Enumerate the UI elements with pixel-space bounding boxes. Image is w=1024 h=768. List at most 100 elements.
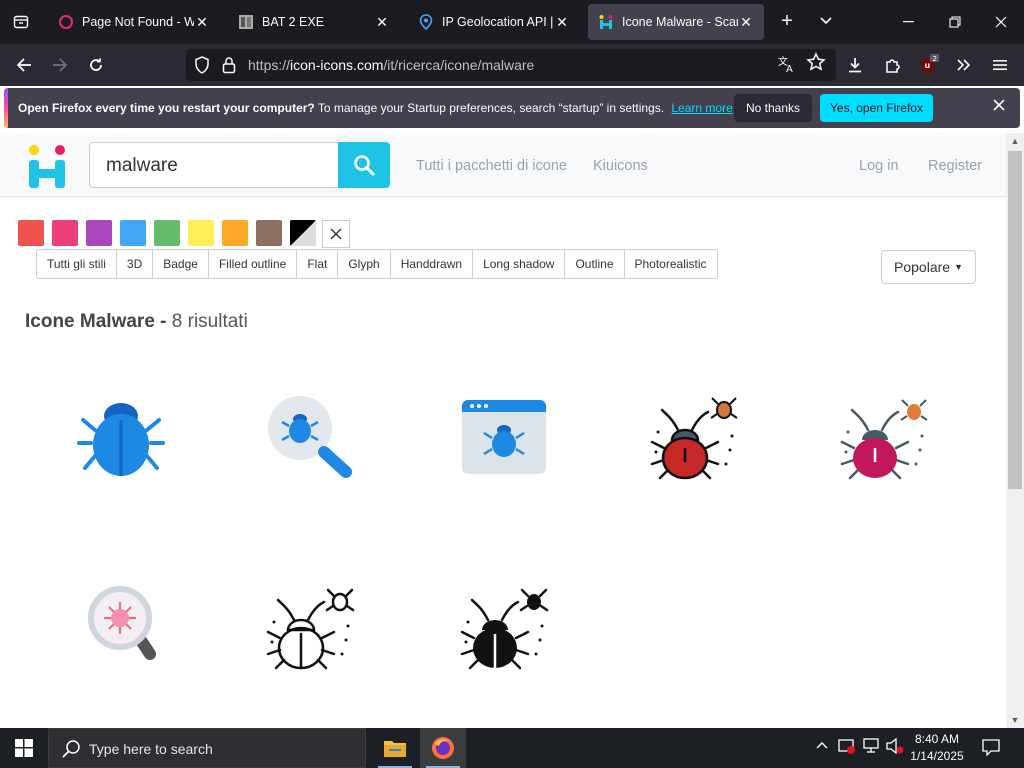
style-photorealistic[interactable]: Photorealistic bbox=[625, 250, 717, 278]
style-all[interactable]: Tutti gli stili bbox=[37, 250, 117, 278]
web-page: malware Tutti i pacchetti di icone Kiuic… bbox=[0, 133, 1006, 728]
tracking-shield-icon[interactable] bbox=[194, 56, 210, 79]
color-swatch[interactable] bbox=[188, 220, 214, 246]
tab-title: IP Geolocation API | 20 bbox=[442, 15, 554, 29]
close-tab-icon[interactable]: ✕ bbox=[194, 14, 210, 31]
svg-text:A: A bbox=[786, 64, 793, 73]
style-filter-group: Tutti gli stili 3D Badge Filled outline … bbox=[36, 249, 718, 279]
restore-window-icon[interactable] bbox=[932, 0, 978, 44]
reload-icon[interactable] bbox=[82, 51, 110, 79]
register-link[interactable]: Register bbox=[928, 158, 982, 174]
caret-down-icon: ▼ bbox=[954, 262, 963, 272]
style-outline[interactable]: Outline bbox=[565, 250, 625, 278]
tab-title: Icone Malware - Scaric bbox=[622, 15, 738, 29]
close-notification-icon[interactable] bbox=[988, 96, 1010, 120]
extensions-puzzle-icon[interactable] bbox=[879, 51, 907, 79]
svg-text:2: 2 bbox=[933, 55, 937, 63]
tab-ip-geolocation[interactable]: IP Geolocation API | 20 ✕ bbox=[408, 4, 580, 40]
scroll-down-icon[interactable]: ▼ bbox=[1006, 712, 1024, 728]
nav-all-icon-packs[interactable]: Tutti i pacchetti di icone bbox=[416, 158, 567, 174]
minimize-window-icon[interactable] bbox=[886, 0, 932, 44]
startup-notification-bar: Open Firefox every time you restart your… bbox=[4, 88, 1020, 128]
taskbar-search-input[interactable]: Type here to search bbox=[48, 728, 366, 768]
virus-magnifier-icon[interactable] bbox=[80, 578, 176, 674]
downloads-icon[interactable] bbox=[841, 51, 869, 79]
color-swatch[interactable] bbox=[18, 220, 44, 246]
red-beetle-icon[interactable] bbox=[646, 388, 742, 484]
clear-color-icon[interactable] bbox=[322, 220, 350, 248]
beetle-glyph-icon[interactable] bbox=[456, 578, 552, 674]
blue-bug-icon[interactable] bbox=[73, 388, 169, 484]
forward-arrow-icon[interactable] bbox=[46, 51, 74, 79]
color-swatch[interactable] bbox=[256, 220, 282, 246]
hamburger-menu-icon[interactable] bbox=[986, 51, 1014, 79]
close-window-icon[interactable] bbox=[978, 0, 1024, 44]
file-explorer-icon[interactable] bbox=[372, 728, 418, 768]
learn-more-link[interactable]: Learn more bbox=[671, 101, 732, 115]
lock-icon[interactable] bbox=[222, 56, 236, 79]
location-pin-favicon-icon bbox=[418, 14, 434, 30]
style-filled-outline[interactable]: Filled outline bbox=[209, 250, 298, 278]
search-button[interactable] bbox=[338, 142, 390, 188]
tab-page-not-found[interactable]: Page Not Found - Wor ✕ bbox=[48, 4, 220, 40]
site-header: malware Tutti i pacchetti di icone Kiuic… bbox=[0, 133, 1006, 197]
notification-message: Open Firefox every time you restart your… bbox=[18, 101, 733, 115]
system-clock[interactable]: 8:40 AM 1/14/2025 bbox=[902, 731, 972, 765]
style-3d[interactable]: 3D bbox=[117, 250, 154, 278]
list-all-tabs-icon[interactable] bbox=[0, 0, 42, 44]
no-thanks-button[interactable]: No thanks bbox=[734, 94, 812, 122]
color-swatch[interactable] bbox=[52, 220, 78, 246]
url-text[interactable]: https://icon-icons.com/it/ricerca/icone/… bbox=[248, 57, 534, 73]
sort-dropdown[interactable]: Popolare ▼ bbox=[881, 250, 976, 284]
style-long-shadow[interactable]: Long shadow bbox=[473, 250, 566, 278]
nav-kiuicons[interactable]: Kiuicons bbox=[593, 158, 648, 174]
svg-text:u: u bbox=[925, 61, 931, 70]
search-input[interactable]: malware bbox=[89, 142, 339, 188]
notifications-icon[interactable] bbox=[982, 738, 1000, 759]
chevron-down-icon[interactable] bbox=[814, 10, 838, 34]
style-handdrawn[interactable]: Handdrawn bbox=[391, 250, 474, 278]
style-glyph[interactable]: Glyph bbox=[338, 250, 391, 278]
yes-open-firefox-button[interactable]: Yes, open Firefox bbox=[820, 94, 933, 122]
tab-bat-2-exe[interactable]: BAT 2 EXE ✕ bbox=[228, 4, 400, 40]
scroll-up-icon[interactable]: ▲ bbox=[1006, 133, 1024, 149]
overflow-chevrons-icon[interactable] bbox=[950, 51, 978, 79]
bookmark-star-icon[interactable] bbox=[806, 52, 826, 78]
color-swatch[interactable] bbox=[222, 220, 248, 246]
firefox-taskbar-icon[interactable] bbox=[420, 728, 466, 768]
close-tab-icon[interactable]: ✕ bbox=[374, 14, 390, 31]
red-beetle-flat-icon[interactable] bbox=[836, 388, 932, 484]
results-heading: Icone Malware - 8 risultati bbox=[25, 311, 248, 332]
tab-icone-malware[interactable]: Icone Malware - Scaric ✕ bbox=[588, 4, 764, 40]
search-icon bbox=[354, 155, 375, 176]
scrollbar-thumb[interactable] bbox=[1008, 151, 1022, 489]
color-swatch[interactable] bbox=[290, 220, 316, 246]
windows-start-icon[interactable] bbox=[0, 728, 48, 768]
icon-icons-favicon-icon bbox=[598, 14, 614, 30]
login-link[interactable]: Log in bbox=[859, 158, 899, 174]
close-tab-icon[interactable]: ✕ bbox=[738, 14, 754, 31]
ublock-origin-icon[interactable]: u2 bbox=[915, 51, 943, 79]
bat2exe-favicon-icon bbox=[238, 14, 254, 30]
site-logo[interactable] bbox=[26, 143, 70, 189]
tab-title: Page Not Found - Wor bbox=[82, 15, 194, 29]
style-badge[interactable]: Badge bbox=[153, 250, 209, 278]
beetle-outline-icon[interactable] bbox=[262, 578, 358, 674]
back-arrow-icon[interactable] bbox=[10, 51, 38, 79]
new-tab-icon[interactable]: + bbox=[775, 10, 799, 34]
color-swatch[interactable] bbox=[120, 220, 146, 246]
security-tray-icon[interactable] bbox=[838, 738, 856, 757]
color-swatch[interactable] bbox=[154, 220, 180, 246]
browser-bug-icon[interactable] bbox=[456, 388, 552, 484]
clock-date: 1/14/2025 bbox=[910, 749, 964, 763]
color-swatch[interactable] bbox=[86, 220, 112, 246]
close-tab-icon[interactable]: ✕ bbox=[554, 14, 570, 31]
clock-time: 8:40 AM bbox=[914, 732, 960, 746]
show-hidden-icons-chevron-icon[interactable] bbox=[816, 738, 828, 753]
translate-icon[interactable]: 文A bbox=[778, 55, 796, 77]
style-flat[interactable]: Flat bbox=[297, 250, 339, 278]
network-icon[interactable] bbox=[862, 738, 880, 757]
url-bar[interactable]: https://icon-icons.com/it/ricerca/icone/… bbox=[186, 49, 836, 81]
page-scrollbar[interactable]: ▲ ▼ bbox=[1006, 133, 1024, 728]
bug-search-icon[interactable] bbox=[262, 388, 358, 484]
